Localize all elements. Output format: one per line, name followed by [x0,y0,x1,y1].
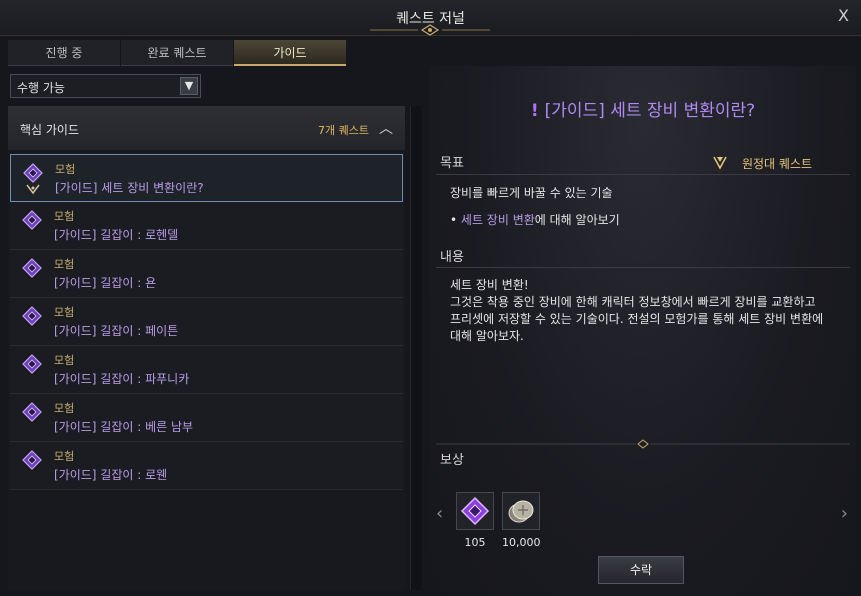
content-text: 세트 장비 변환! 그것은 착용 중인 장비에 한해 캐릭터 정보창에서 빠르게… [450,277,830,345]
group-count: 7개 퀘스트 [318,124,369,137]
list-item[interactable]: 모험 [가이드] 세트 장비 변환이란? [10,154,403,202]
quest-category: 모험 [54,258,75,271]
adventure-quest-icon [22,258,42,278]
tab-in-progress[interactable]: 진행 중 [8,40,120,66]
quest-category: 모험 [54,306,75,319]
quest-group-header[interactable]: 핵심 가이드 7개 퀘스트 ︿ [8,106,405,150]
quest-category: 모험 [54,450,75,463]
group-title: 핵심 가이드 [20,123,80,137]
quest-detail-title: [가이드] 세트 장비 변환이란? [544,101,756,121]
title-ornament-icon [370,24,490,36]
adventure-quest-icon [22,450,42,470]
reward-item[interactable]: 10,000 [502,492,541,549]
quest-name: [가이드] 길잡이 : 파푸니카 [54,372,190,386]
list-item[interactable]: 모험 [가이드] 길잡이 : 파푸니카 [10,346,403,394]
quest-detail-title-row: ! [가이드] 세트 장비 변환이란? [430,96,856,121]
list-item[interactable]: 모험 [가이드] 길잡이 : 욘 [10,250,403,298]
objective-item: • 세트 장비 변환에 대해 알아보기 [450,211,620,228]
adventure-quest-icon [23,163,43,183]
quest-category: 모험 [54,210,75,223]
objective-summary: 장비를 빠르게 바꿀 수 있는 기술 [450,186,613,200]
content-body: 그것은 착용 중인 장비에 한해 캐릭터 정보창에서 빠르게 장비를 교환하고 … [450,295,824,343]
quest-name: [가이드] 길잡이 : 베른 남부 [54,420,194,434]
quest-name: [가이드] 길잡이 : 욘 [54,276,157,290]
quest-category: 모험 [54,354,75,367]
tab-guide[interactable]: 가이드 [234,40,346,66]
chevron-down-icon[interactable]: ▼ [180,77,198,95]
objective-item-bullet: • [450,213,461,227]
adventure-quest-icon [22,210,42,230]
quest-name: [가이드] 길잡이 : 페이튼 [54,324,179,338]
adventure-quest-icon [22,402,42,422]
quest-category: 모험 [54,402,75,415]
reward-amount: 105 [464,536,486,549]
quest-list-scrollbar[interactable] [410,106,422,590]
silver-coin-icon [502,492,540,530]
filter-selected-value: 수행 가능 [17,81,65,95]
accept-button[interactable]: 수락 [598,556,684,584]
tab-completed[interactable]: 완료 퀘스트 [121,40,233,66]
list-item[interactable]: 모험 [가이드] 길잡이 : 베른 남부 [10,394,403,442]
rewards-divider-ornament-icon [436,439,850,449]
list-item[interactable]: 모험 [가이드] 길잡이 : 로웬 [10,442,403,490]
objective-divider [436,174,850,175]
exclamation-icon: ! [530,101,539,121]
quest-list: 모험 [가이드] 세트 장비 변환이란? 모험 [가이드] 길잡이 : 로헨델 … [10,154,403,490]
rewards-next-button[interactable]: › [841,503,848,524]
quest-category: 모험 [55,163,76,176]
content-line-1: 세트 장비 변환! [450,278,529,292]
quest-list-panel: 핵심 가이드 7개 퀘스트 ︿ 모험 [가이드] 세트 장비 변환이란? 모험 … [8,106,405,590]
tab-bar: 진행 중 완료 퀘스트 가이드 [8,40,347,66]
objective-item-highlight: 세트 장비 변환 [460,213,535,227]
quest-name: [가이드] 길잡이 : 로웬 [54,468,168,482]
quest-detail-panel: ! [가이드] 세트 장비 변환이란? 목표 원정대 퀘스트 장비를 빠르게 바꿀… [430,66,856,596]
content-divider [436,267,850,268]
list-item[interactable]: 모험 [가이드] 길잡이 : 로헨델 [10,202,403,250]
rewards-label: 보상 [440,453,464,468]
reward-item[interactable]: 105 [456,492,494,549]
quest-name: [가이드] 길잡이 : 로헨델 [54,228,179,242]
rewards-prev-button[interactable]: ‹ [436,503,443,524]
adventure-quest-icon [22,306,42,326]
list-item[interactable]: 모험 [가이드] 길잡이 : 페이튼 [10,298,403,346]
content-label: 내용 [440,250,464,265]
chevron-up-icon[interactable]: ︿ [379,118,393,138]
expedition-quest-icon [713,156,727,170]
adventure-quest-icon [22,354,42,374]
reward-amount: 10,000 [502,536,541,549]
title-bar: 퀘스트 저널 X [0,0,861,36]
tracked-marker-icon [26,184,40,195]
objective-item-suffix: 에 대해 알아보기 [534,213,620,227]
objective-label: 목표 [440,156,464,171]
purple-gem-icon [456,492,494,530]
quest-type-label: 원정대 퀘스트 [741,157,812,171]
filter-dropdown[interactable]: 수행 가능 ▼ [10,74,201,98]
close-button[interactable]: X [838,6,849,25]
quest-name: [가이드] 세트 장비 변환이란? [55,181,204,195]
